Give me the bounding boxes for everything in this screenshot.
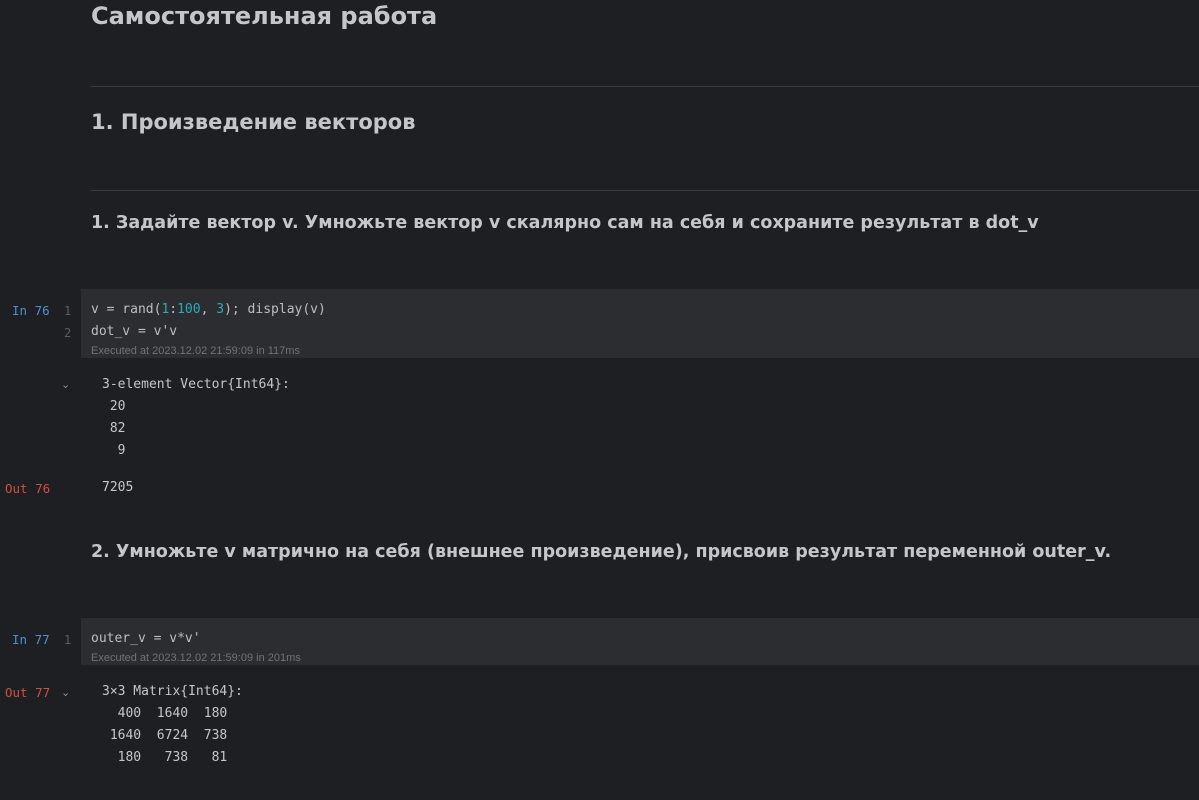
chevron-down-icon[interactable]: ⌄ xyxy=(61,686,70,699)
code-number: 3 xyxy=(216,302,225,317)
task-heading-2: 2. Умножьте v матрично на себя (внешнее … xyxy=(91,542,1112,562)
cell-in-label: In 76 xyxy=(12,303,50,318)
chevron-down-icon[interactable]: ⌄ xyxy=(61,378,70,391)
output-line: 3-element Vector{Int64}: xyxy=(102,377,290,392)
cell-in-label: In 77 xyxy=(12,632,50,647)
output-value: 7205 xyxy=(102,480,134,495)
output-line: 400 1640 180 xyxy=(102,706,228,721)
execution-info: Executed at 2023.12.02 21:59:09 in 117ms xyxy=(91,345,300,357)
code-text: ); display(v) xyxy=(224,302,326,317)
line-number: 1 xyxy=(64,304,72,318)
code-line-2[interactable]: dot_v = v'v xyxy=(91,324,177,339)
output-line: 1640 6724 738 xyxy=(102,728,228,743)
output-line: 3×3 Matrix{Int64}: xyxy=(102,684,243,699)
line-number: 1 xyxy=(64,633,72,647)
section-heading: 1. Произведение векторов xyxy=(91,110,416,134)
output-line: 9 xyxy=(102,443,126,458)
code-line-1[interactable]: outer_v = v*v' xyxy=(91,631,201,646)
code-line-1[interactable]: v = rand(1:100, 3); display(v) xyxy=(91,302,326,317)
output-line: 82 xyxy=(102,421,126,436)
output-line: 20 xyxy=(102,399,126,414)
divider xyxy=(91,190,1199,191)
task-heading-1: 1. Задайте вектор v. Умножьте вектор v с… xyxy=(91,213,1039,233)
execution-info: Executed at 2023.12.02 21:59:09 in 201ms xyxy=(91,652,301,664)
cell-out-label: Out 77 xyxy=(5,685,51,700)
cell-out-label: Out 76 xyxy=(5,481,51,496)
line-number: 2 xyxy=(64,326,72,340)
page-title: Самостоятельная работа xyxy=(91,2,438,30)
code-number: 100 xyxy=(177,302,201,317)
output-line: 180 738 81 xyxy=(102,750,228,765)
divider xyxy=(91,86,1199,87)
code-text: , xyxy=(200,302,217,317)
code-text: v = rand( xyxy=(91,302,162,317)
code-text: : xyxy=(169,302,178,317)
